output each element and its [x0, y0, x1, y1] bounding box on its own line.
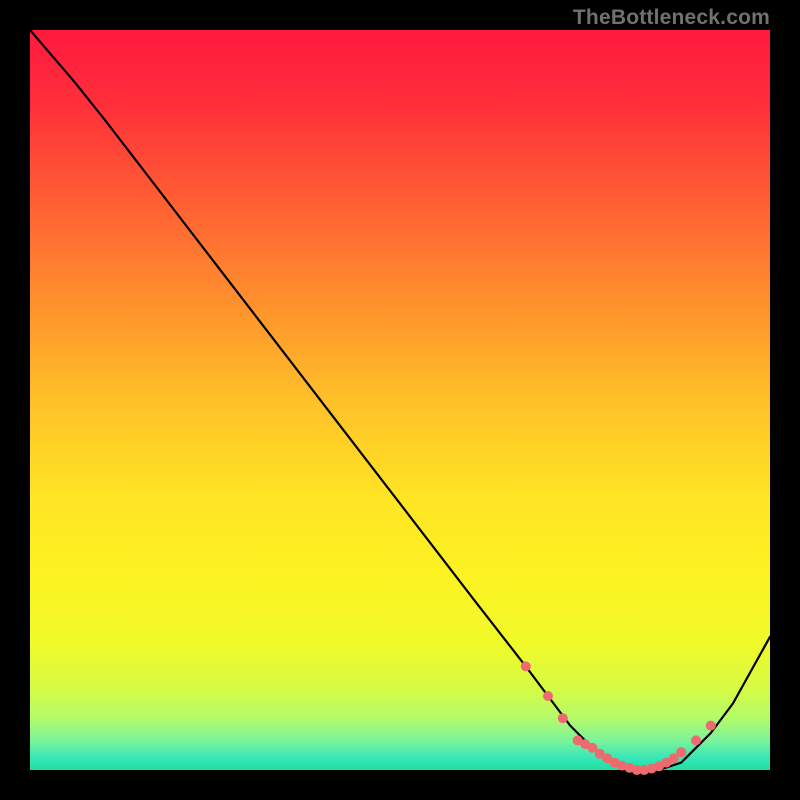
highlight-dot [521, 661, 531, 671]
highlight-dot [676, 747, 686, 757]
watermark-text: TheBottleneck.com [573, 6, 770, 30]
plot-area [30, 30, 770, 770]
highlight-dot [543, 691, 553, 701]
bottleneck-curve [30, 30, 770, 770]
chart-frame: TheBottleneck.com [0, 0, 800, 800]
highlight-dot [706, 721, 716, 731]
curve-layer [30, 30, 770, 770]
highlight-dot [558, 713, 568, 723]
highlight-dot [691, 735, 701, 745]
